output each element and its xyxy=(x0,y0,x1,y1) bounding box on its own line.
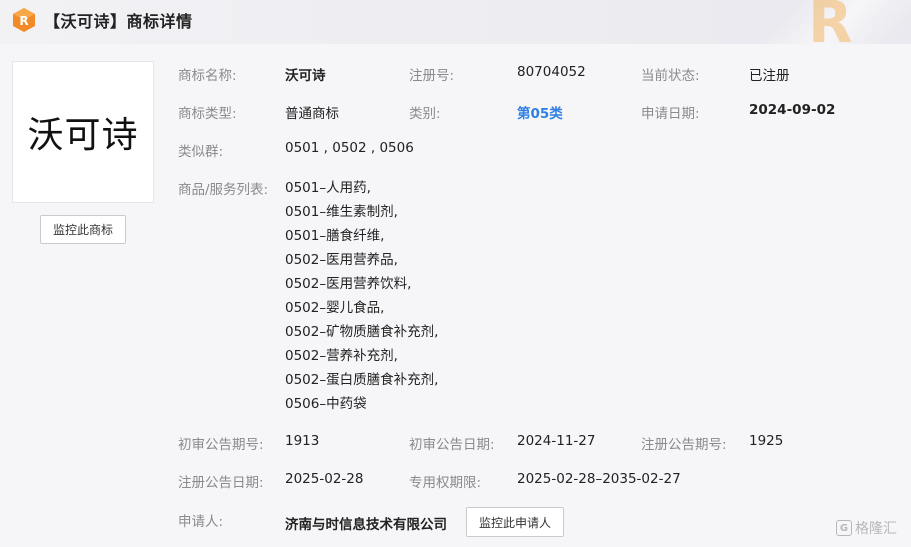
status-label: 当前状态: xyxy=(641,68,700,84)
prelim-date-label: 初审公告日期: xyxy=(409,437,495,453)
reg-pub-no-value: 1925 xyxy=(749,433,784,449)
trademark-image: 沃可诗 xyxy=(12,61,154,203)
goods-item: 0502–蛋白质膳食补充剂, xyxy=(285,372,439,388)
reg-pub-no-label: 注册公告期号: xyxy=(641,437,727,453)
status-value: 已注册 xyxy=(749,68,790,84)
trademark-image-text: 沃可诗 xyxy=(27,115,139,156)
similar-group-label: 类似群: xyxy=(178,144,224,160)
goods-item: 0502–医用营养品, xyxy=(285,252,398,268)
prelim-no-label: 初审公告期号: xyxy=(178,437,264,453)
app-logo-icon: R xyxy=(13,8,35,32)
goods-item: 0501–维生素制剂, xyxy=(285,204,398,220)
goods-list: 0501–人用药, 0501–维生素制剂, 0501–膳食纤维, 0502–医用… xyxy=(285,176,438,416)
applicant-value: 济南与时信息技术有限公司 xyxy=(285,517,447,533)
prelim-no-value: 1913 xyxy=(285,433,320,449)
apply-date-label: 申请日期: xyxy=(641,106,700,122)
reg-pub-date-label: 注册公告日期: xyxy=(178,475,264,491)
watermark-icon: G xyxy=(836,520,852,536)
monitor-trademark-button[interactable]: 监控此商标 xyxy=(40,215,126,244)
class-label: 类别: xyxy=(409,106,441,122)
page-title: 【沃可诗】商标详情 xyxy=(44,12,193,31)
name-label: 商标名称: xyxy=(178,68,237,84)
exclusive-period-label: 专用权期限: xyxy=(409,475,482,491)
reg-no-value: 80704052 xyxy=(517,64,586,80)
header-r-decoration: R xyxy=(808,0,853,44)
goods-item: 0501–膳食纤维, xyxy=(285,228,385,244)
prelim-date-value: 2024-11-27 xyxy=(517,433,596,449)
apply-date-value: 2024-09-02 xyxy=(749,102,836,118)
reg-no-label: 注册号: xyxy=(409,68,455,84)
watermark-text: 格隆汇 xyxy=(855,521,897,537)
watermark: G 格隆汇 xyxy=(836,518,897,538)
reg-pub-date-value: 2025-02-28 xyxy=(285,471,364,487)
goods-item: 0501–人用药, xyxy=(285,180,371,196)
svg-text:R: R xyxy=(19,14,28,28)
goods-item: 0502–婴儿食品, xyxy=(285,300,385,316)
goods-label: 商品/服务列表: xyxy=(178,182,269,198)
goods-item: 0502–医用营养饮料, xyxy=(285,276,412,292)
type-value: 普通商标 xyxy=(285,106,339,122)
applicant-label: 申请人: xyxy=(178,514,224,530)
monitor-applicant-button[interactable]: 监控此申请人 xyxy=(466,507,564,537)
goods-item: 0502–矿物质膳食补充剂, xyxy=(285,324,439,340)
type-label: 商标类型: xyxy=(178,106,237,122)
goods-item: 0502–营养补充剂, xyxy=(285,348,398,364)
class-link[interactable]: 第05类 xyxy=(517,102,563,122)
similar-group-value: 0501 , 0502 , 0506 xyxy=(285,140,414,156)
exclusive-period-value: 2025-02-28–2035-02-27 xyxy=(517,471,681,487)
goods-item: 0506–中药袋 xyxy=(285,396,367,412)
name-value: 沃可诗 xyxy=(285,68,326,84)
